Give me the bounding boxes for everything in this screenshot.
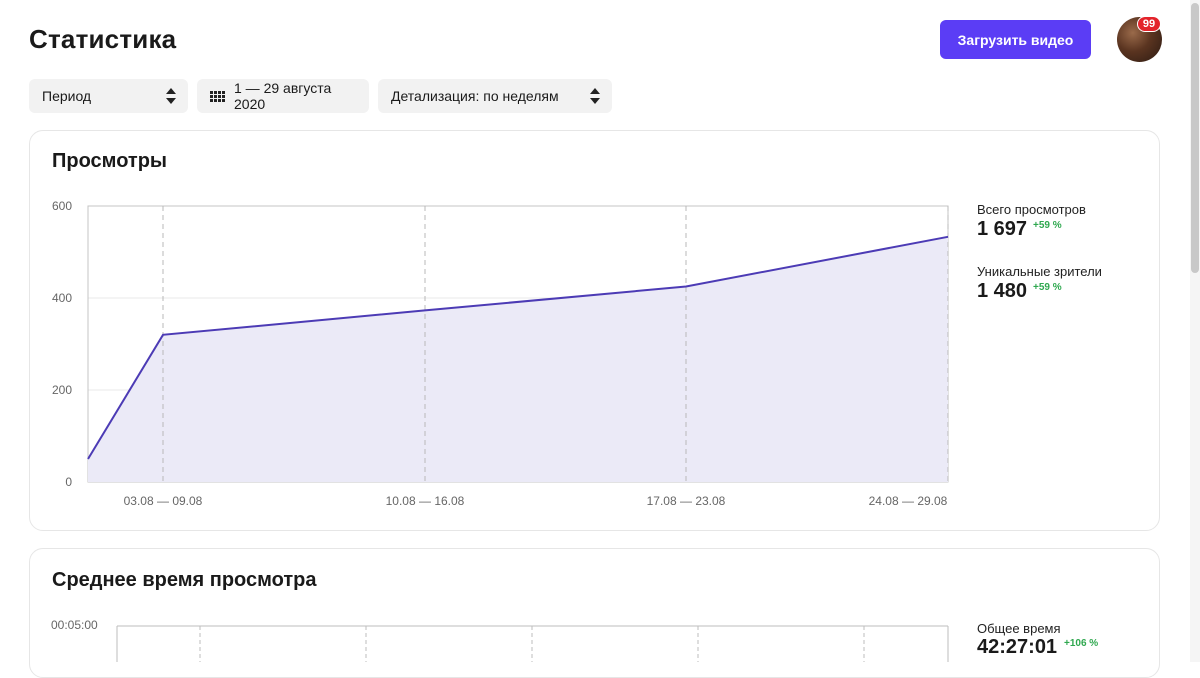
- watch-time-chart: [116, 625, 949, 662]
- scrollbar[interactable]: [1190, 0, 1200, 662]
- total-time-value: 42:27:01: [977, 636, 1058, 658]
- total-time-change: +106 %: [1064, 638, 1099, 649]
- scrollbar-thumb[interactable]: [1191, 3, 1199, 273]
- total-time-label: Общее время: [977, 621, 1061, 636]
